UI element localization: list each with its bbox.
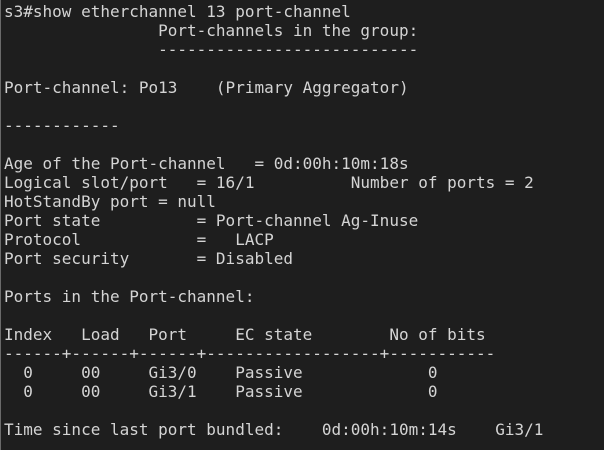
ports-table-header: Index Load Port EC state No of bits	[4, 325, 486, 344]
port-channel-age: Age of the Port-channel = 0d:00h:10m:18s	[4, 154, 409, 173]
port-security: Port security = Disabled	[4, 249, 293, 268]
protocol: Protocol = LACP	[4, 230, 274, 249]
terminal-command-line: s3#show etherchannel 13 port-channel	[4, 2, 351, 21]
heading-underline: ---------------------------	[4, 40, 419, 59]
section-divider: ------------	[4, 116, 120, 135]
last-port-bundled: Time since last port bundled: 0d:00h:10m…	[4, 420, 544, 439]
port-state: Port state = Port-channel Ag-Inuse	[4, 211, 419, 230]
terminal-window[interactable]: s3#show etherchannel 13 port-channel Por…	[0, 0, 604, 450]
ports-table-row: 0 00 Gi3/1 Passive 0	[4, 382, 438, 401]
ports-table-row: 0 00 Gi3/0 Passive 0	[4, 363, 438, 382]
port-channels-heading: Port-channels in the group:	[4, 21, 419, 40]
logical-slot-port: Logical slot/port = 16/1 Number of ports…	[4, 173, 534, 192]
port-channel-name: Port-channel: Po13 (Primary Aggregator)	[4, 78, 409, 97]
ports-table-separator: ------+------+------+------------------+…	[4, 344, 496, 363]
hotstandby-port: HotStandBy port = null	[4, 192, 216, 211]
ports-section-heading: Ports in the Port-channel:	[4, 287, 255, 306]
